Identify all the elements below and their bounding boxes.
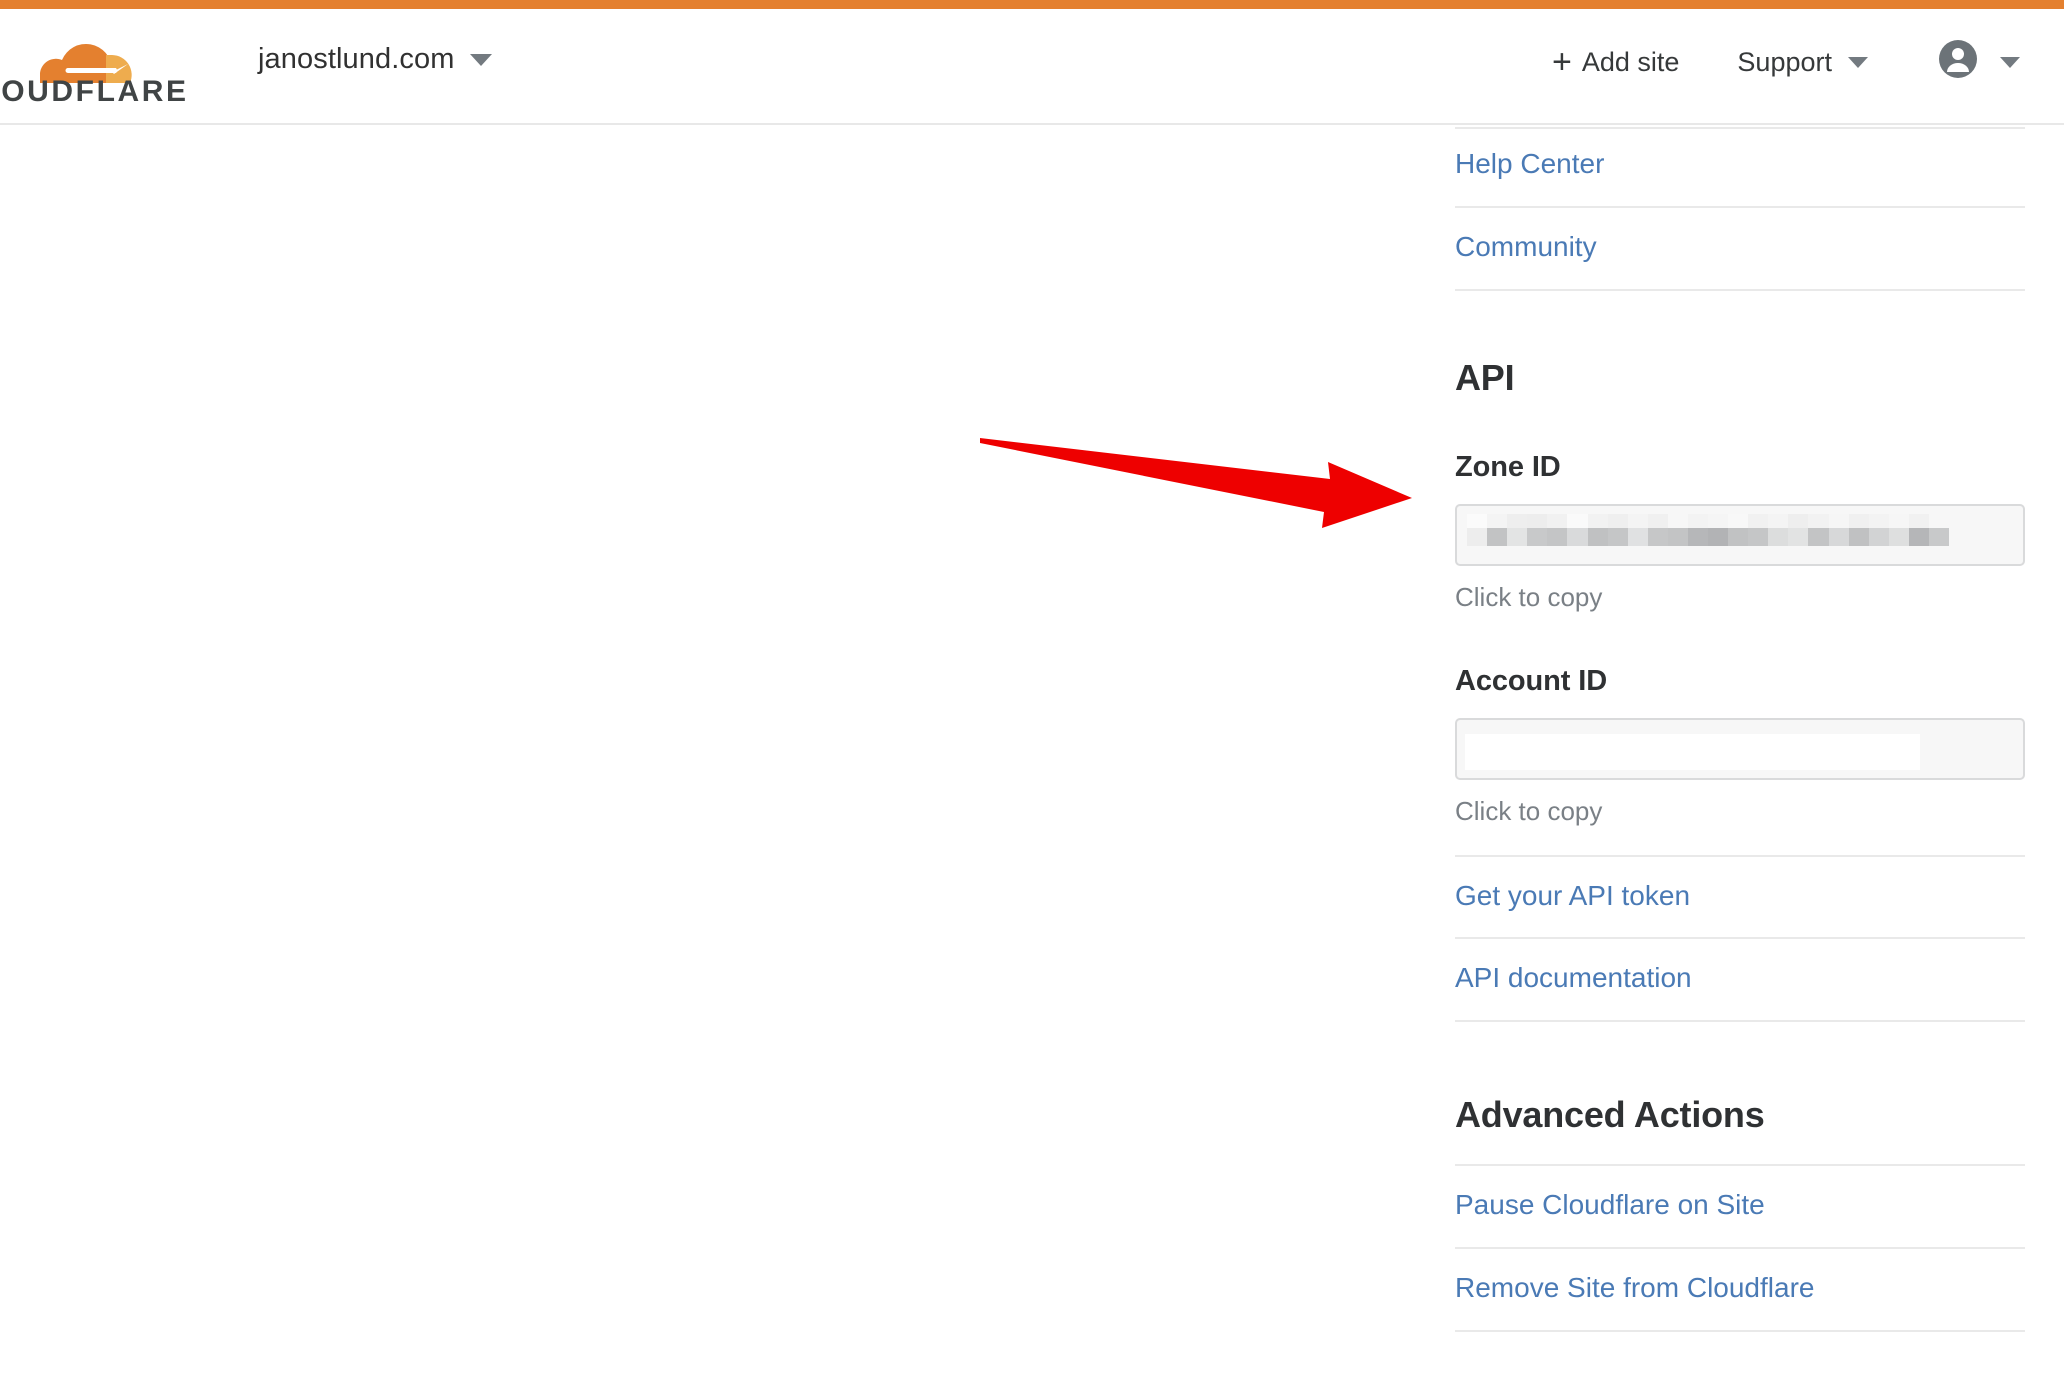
support-menu[interactable]: Support: [1707, 47, 1898, 78]
zone-id-copy-hint: Click to copy: [1455, 581, 1603, 612]
support-label: Support: [1737, 47, 1832, 77]
add-site-label: Add site: [1581, 47, 1680, 77]
link-help-center[interactable]: Help Center: [1455, 129, 2025, 206]
link-remove-site[interactable]: Remove Site from Cloudflare: [1455, 1249, 2025, 1330]
account-id-copy-box[interactable]: [1455, 717, 2025, 780]
settings-side-panel: Help Center Community API Zone ID Click …: [1455, 127, 2025, 1332]
app-header: CLOUDFLARE janostlund.com + Add site Sup…: [0, 9, 2064, 125]
zone-id-label: Zone ID: [1455, 450, 1561, 483]
chevron-down-icon: [470, 53, 493, 66]
user-circle-icon: [1938, 39, 1978, 86]
account-menu[interactable]: [1898, 39, 2024, 86]
header-actions: + Add site Support: [1524, 39, 2024, 86]
advanced-actions-title: Advanced Actions: [1455, 1094, 1765, 1136]
link-pause-cloudflare[interactable]: Pause Cloudflare on Site: [1455, 1166, 2025, 1247]
link-api-documentation[interactable]: API documentation: [1455, 939, 2025, 1020]
advanced-actions-section: Advanced Actions Pause Cloudflare on Sit…: [1455, 1022, 2025, 1332]
link-get-api-token[interactable]: Get your API token: [1455, 857, 2025, 938]
divider: [1455, 1329, 2025, 1332]
link-community[interactable]: Community: [1455, 208, 2025, 289]
zone-id-redacted-value: [1467, 513, 1949, 554]
account-id-label: Account ID: [1455, 664, 1608, 697]
api-section-title: API: [1455, 356, 1515, 398]
api-section: API Zone ID Click to copy Account ID Cli…: [1455, 291, 2025, 1023]
zone-selector[interactable]: janostlund.com: [258, 43, 493, 75]
api-links: Get your API token API documentation: [1455, 854, 2025, 1023]
zone-id-copy-box[interactable]: [1455, 503, 2025, 566]
account-id-redacted-value: [1465, 733, 1920, 770]
zone-selector-label: janostlund.com: [258, 43, 455, 75]
add-site-button[interactable]: + Add site: [1524, 42, 1707, 81]
account-id-copy-hint: Click to copy: [1455, 795, 1603, 826]
plus-icon: +: [1552, 42, 1572, 81]
annotation-arrow-icon: [980, 438, 1412, 528]
chevron-down-icon: [1848, 57, 1868, 68]
cloudflare-logo[interactable]: CLOUDFLARE: [0, 25, 202, 109]
chevron-down-icon: [2000, 57, 2020, 68]
brand-accent-bar: [0, 0, 2064, 9]
cloudflare-wordmark: CLOUDFLARE: [0, 75, 189, 108]
